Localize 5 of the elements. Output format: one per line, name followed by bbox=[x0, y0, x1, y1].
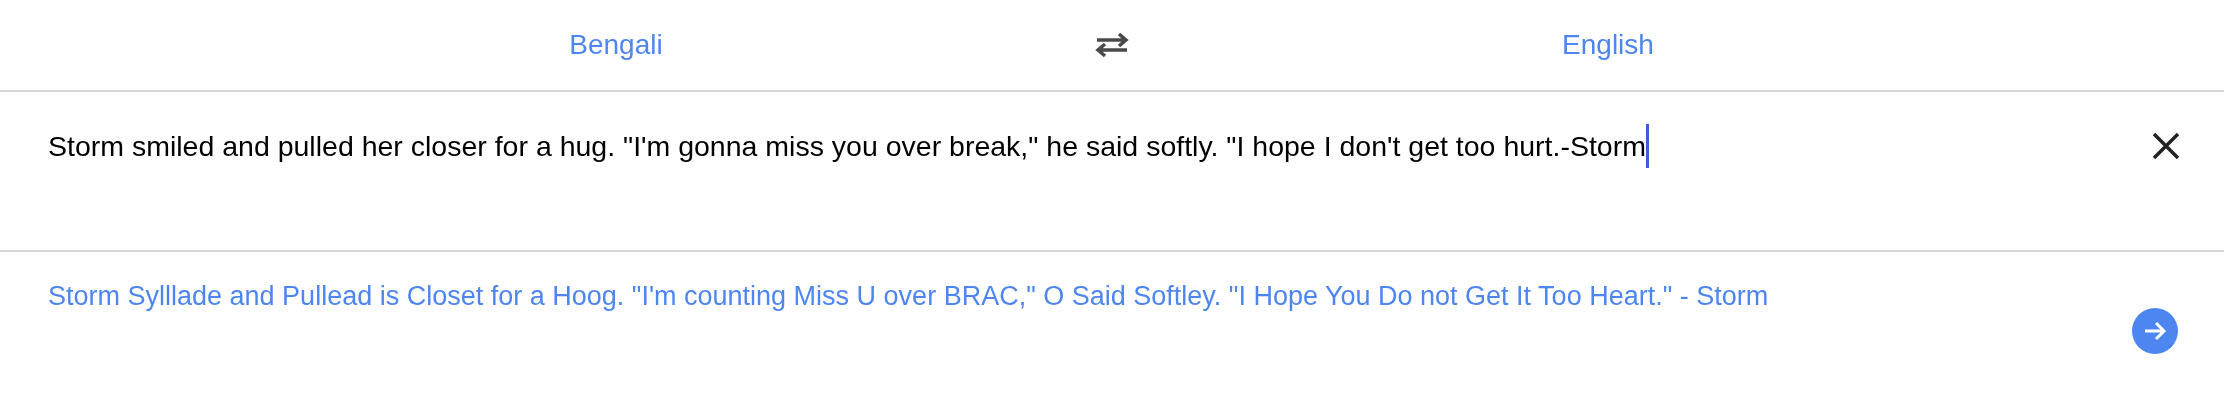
source-language-button[interactable]: Bengali bbox=[561, 24, 671, 66]
input-field[interactable]: Storm smiled and pulled her closer for a hug. "I'm gonna miss you over break," he said softly. "I hope I don't get too hurt.-Storm bbox=[48, 122, 2148, 170]
arrow-right-icon[interactable] bbox=[2132, 308, 2178, 354]
target-language-button[interactable]: English bbox=[1554, 24, 1662, 66]
translation-text: Storm Sylllade and Pullead is Closet for a Hoog. "I'm counting Miss U over BRAC," O Said Softley. "I Hope You Do not Get It Too Heart." - Storm bbox=[48, 280, 1769, 313]
